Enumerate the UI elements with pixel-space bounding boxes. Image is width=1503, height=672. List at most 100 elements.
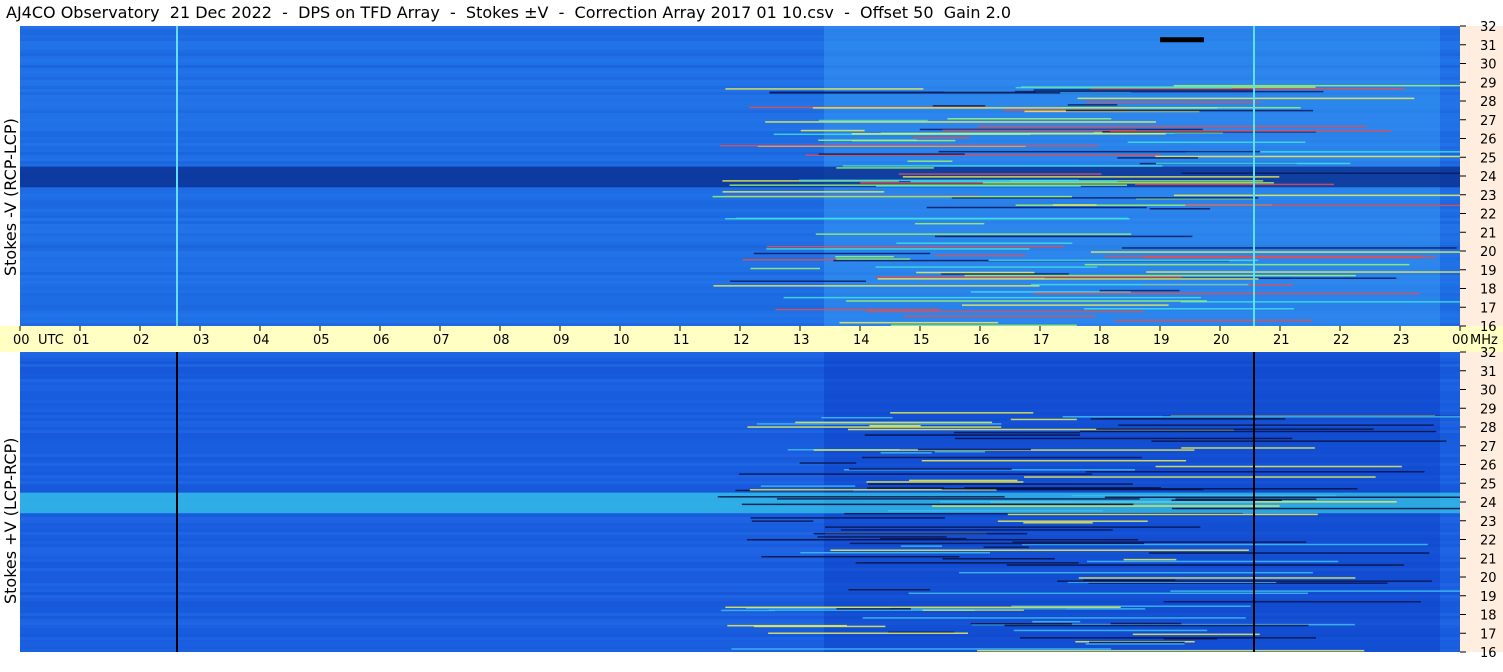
- interference-line: [877, 278, 1259, 280]
- interference-line: [978, 125, 1367, 128]
- interference-line: [1121, 247, 1457, 249]
- interference-line: [866, 310, 1144, 313]
- interference-line: [1148, 552, 1430, 554]
- interference-line: [839, 321, 999, 324]
- interference-line: [862, 617, 1246, 619]
- interference-line: [1015, 86, 1232, 89]
- interference-line: [982, 182, 1274, 184]
- interference-line: [900, 545, 942, 547]
- interference-line: [977, 649, 1365, 652]
- interference-line: [1143, 256, 1437, 259]
- interference-line: [934, 254, 1026, 257]
- interference-line: [902, 176, 1280, 178]
- interference-line: [864, 434, 1080, 436]
- interference-line: [1118, 424, 1434, 426]
- interference-line: [817, 536, 947, 538]
- interference-line: [1151, 440, 1447, 442]
- interference-line: [1067, 104, 1118, 106]
- spectrogram-stokes-plus-v: [20, 352, 1460, 652]
- right-axis-bottom: [1460, 352, 1503, 652]
- interference-line: [1090, 251, 1460, 253]
- interference-line: [750, 267, 821, 270]
- interference-line: [1163, 637, 1218, 640]
- interference-line: [888, 510, 1104, 512]
- interference-line: [756, 423, 1002, 425]
- interference-line: [1033, 292, 1420, 295]
- interference-line: [939, 500, 1256, 503]
- interference-line: [934, 451, 986, 453]
- interference-line: [1163, 600, 1421, 603]
- interference-line: [875, 266, 1098, 268]
- interference-line: [1173, 84, 1460, 87]
- interference-line: [947, 117, 1112, 120]
- interference-line: [921, 459, 1187, 462]
- burst-marker: [1160, 37, 1204, 43]
- interference-line: [1132, 633, 1260, 636]
- interference-line: [868, 483, 1133, 485]
- interference-line: [821, 416, 893, 419]
- interference-line: [750, 517, 945, 519]
- interference-line: [1032, 620, 1081, 623]
- spectrogram-stokes-minus-v: [20, 26, 1460, 326]
- interference-line: [1110, 622, 1182, 625]
- interference-line: [769, 92, 1061, 94]
- interference-line: [1155, 155, 1460, 158]
- interference-line: [917, 448, 1031, 451]
- interference-line: [890, 412, 1034, 414]
- interference-line: [1114, 319, 1313, 322]
- interference-line: [1104, 496, 1460, 498]
- vertical-marker: [1253, 352, 1255, 652]
- interference-line: [1117, 157, 1199, 159]
- vertical-marker: [1253, 26, 1255, 326]
- interference-line: [760, 485, 856, 487]
- interference-line: [1084, 308, 1295, 310]
- interference-line: [953, 431, 1081, 434]
- interference-line: [1077, 97, 1415, 100]
- interference-line: [941, 273, 1069, 275]
- interference-line: [942, 129, 1136, 132]
- interference-line: [938, 150, 1261, 153]
- interference-line: [910, 180, 1118, 183]
- interference-line: [1181, 172, 1460, 174]
- interference-line: [1170, 590, 1460, 592]
- utc-time-axis: [0, 326, 1503, 352]
- interference-line: [1006, 564, 1404, 566]
- interference-line: [835, 258, 911, 260]
- interference-line: [730, 280, 866, 282]
- interference-line: [1083, 579, 1176, 581]
- interference-line: [717, 496, 1005, 498]
- interference-line: [1004, 624, 1309, 627]
- interference-line: [1030, 283, 1249, 286]
- interference-line: [731, 648, 1112, 650]
- interference-line: [835, 255, 894, 258]
- interference-line: [1123, 558, 1177, 561]
- interference-line: [1014, 90, 1324, 93]
- interference-line: [964, 274, 1356, 277]
- interference-line: [818, 153, 965, 155]
- spectrogram-bottom-canvas: [20, 352, 1460, 652]
- interference-line: [913, 136, 970, 139]
- right-axis-top: [1460, 26, 1503, 326]
- interference-line: [795, 421, 993, 424]
- interference-line: [1087, 560, 1339, 563]
- interference-line: [800, 551, 991, 554]
- interference-line: [942, 557, 1055, 560]
- interference-line: [842, 165, 1163, 167]
- chart-title: AJ4CO Observatory 21 Dec 2022 - DPS on T…: [6, 3, 1012, 22]
- interference-line: [1171, 507, 1460, 510]
- interference-line: [729, 184, 1128, 186]
- interference-line: [741, 503, 1134, 506]
- interference-line: [909, 479, 1018, 482]
- interference-line: [983, 546, 1030, 548]
- interference-line: [739, 473, 1093, 475]
- interference-line: [849, 542, 1145, 545]
- interference-line: [846, 300, 1207, 302]
- interference-line: [1181, 447, 1315, 449]
- interference-line: [1096, 428, 1374, 430]
- interference-line: [713, 285, 1040, 287]
- interference-line: [1071, 494, 1337, 497]
- interference-line: [747, 426, 1002, 428]
- interference-line: [961, 304, 1169, 306]
- interference-line: [766, 248, 1030, 250]
- interference-line: [875, 276, 1182, 278]
